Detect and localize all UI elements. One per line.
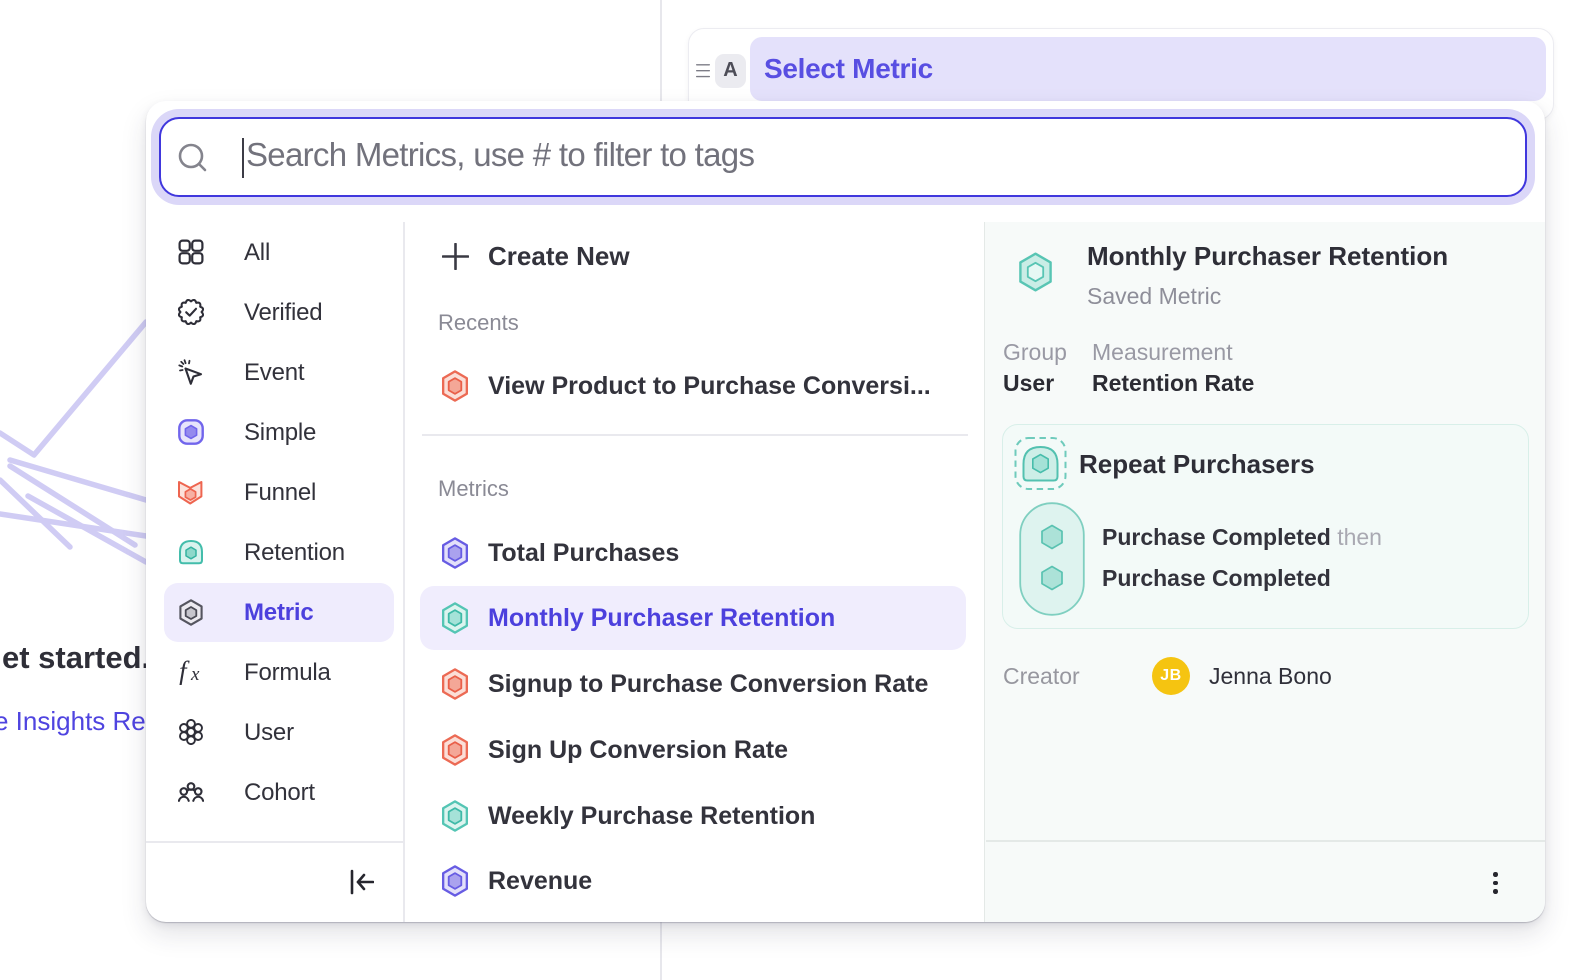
svg-text:x: x xyxy=(190,664,200,685)
svg-text:f: f xyxy=(179,659,190,685)
